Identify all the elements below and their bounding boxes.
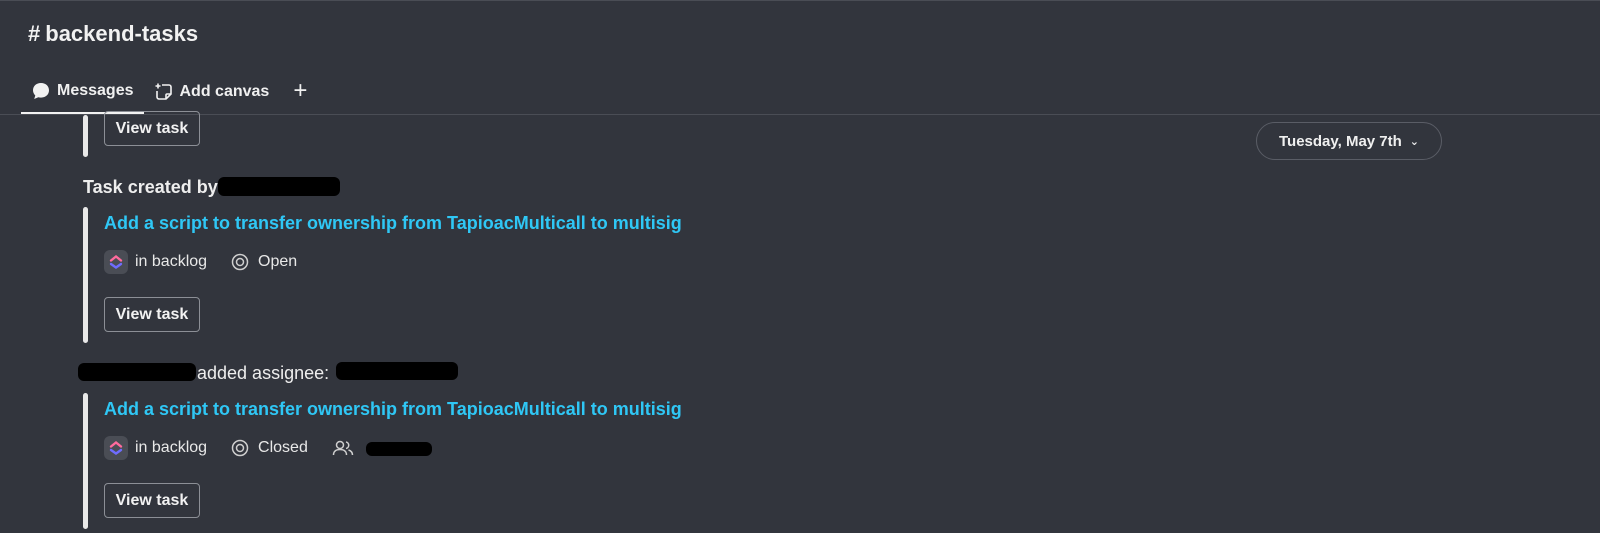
task-meta-row: in backlog Open bbox=[104, 249, 321, 275]
chevron-down-icon: ⌄ bbox=[1409, 135, 1420, 148]
task-status-label: Closed bbox=[258, 439, 308, 456]
channel-title[interactable]: # backend-tasks bbox=[28, 21, 198, 47]
attachment-bar bbox=[83, 207, 88, 343]
status-target-icon bbox=[231, 253, 249, 271]
view-task-button[interactable]: View task bbox=[104, 111, 200, 146]
clickup-app-icon bbox=[104, 436, 128, 460]
task-list-label: in backlog bbox=[135, 253, 208, 270]
assignees-icon bbox=[332, 440, 354, 456]
channel-view: # backend-tasks Messages Add canvas + Tu… bbox=[0, 0, 1600, 533]
message-text: Task created by bbox=[83, 177, 218, 197]
task-status: Closed bbox=[231, 439, 308, 457]
view-task-button[interactable]: View task bbox=[104, 483, 200, 518]
channel-hash-icon: # bbox=[28, 21, 41, 46]
task-title-link[interactable]: Add a script to transfer ownership from … bbox=[104, 213, 682, 234]
view-task-button[interactable]: View task bbox=[104, 297, 200, 332]
canvas-add-icon bbox=[155, 83, 172, 100]
task-assignees bbox=[332, 439, 363, 457]
tab-messages[interactable]: Messages bbox=[21, 73, 144, 115]
channel-name: backend-tasks bbox=[45, 21, 199, 46]
attachment-bar bbox=[83, 115, 88, 157]
task-title-link[interactable]: Add a script to transfer ownership from … bbox=[104, 399, 682, 420]
channel-tabs: Messages Add canvas + bbox=[21, 73, 319, 115]
date-divider-button[interactable]: Tuesday, May 7th ⌄ bbox=[1256, 122, 1442, 160]
redacted-user-name bbox=[218, 177, 340, 196]
task-list-label: in backlog bbox=[135, 439, 208, 456]
header-divider bbox=[0, 114, 1600, 115]
redacted-assignee-name bbox=[336, 362, 458, 380]
task-list: in backlog bbox=[104, 250, 207, 274]
task-meta-row: in backlog Closed bbox=[104, 435, 387, 461]
tab-add-canvas[interactable]: Add canvas bbox=[144, 73, 280, 115]
chat-bubble-icon bbox=[33, 82, 49, 99]
tab-add-canvas-label: Add canvas bbox=[179, 83, 270, 100]
redacted-assignee-name bbox=[366, 442, 432, 456]
clickup-app-icon bbox=[104, 250, 128, 274]
task-status-label: Open bbox=[258, 253, 298, 270]
date-label: Tuesday, May 7th bbox=[1278, 132, 1402, 150]
attachment-bar bbox=[83, 393, 88, 529]
status-target-icon bbox=[231, 439, 249, 457]
message-text: added assignee: bbox=[197, 363, 330, 383]
add-tab-button[interactable]: + bbox=[279, 73, 319, 115]
task-list: in backlog bbox=[104, 436, 207, 460]
task-status: Open bbox=[231, 253, 297, 271]
tab-messages-label: Messages bbox=[57, 81, 134, 99]
redacted-user-name bbox=[78, 363, 196, 381]
